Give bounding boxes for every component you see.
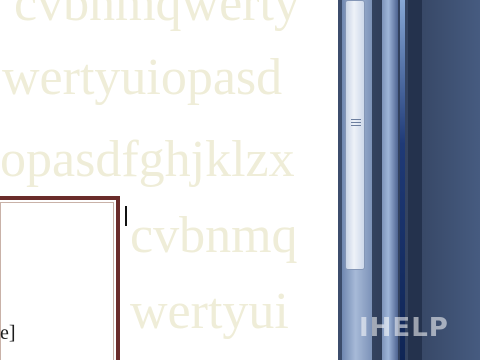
- watermark-line-5: wertyui: [130, 283, 289, 340]
- window-edge-highlight: [400, 0, 405, 360]
- text-box-frame[interactable]: [0, 196, 120, 360]
- watermark-line-3: opasdfghjklzx: [0, 131, 295, 188]
- document-canvas[interactable]: cvbnmqwerty wertyuiopasd opasdfghjklzx c…: [0, 0, 338, 360]
- grip-lines-icon: [351, 119, 361, 129]
- side-panel: [338, 0, 480, 360]
- text-box-inner-border: [0, 202, 114, 360]
- watermark-line-1: cvbnmqwerty: [14, 0, 300, 32]
- text-box-content[interactable]: e]: [0, 322, 16, 345]
- vertical-scrollbar[interactable]: [342, 0, 372, 360]
- window-edge-shadow: [408, 0, 422, 360]
- watermark-line-2: wertyuiopasd: [2, 49, 283, 106]
- window-edge-rail: [382, 0, 398, 360]
- text-cursor: [125, 206, 127, 226]
- scrollbar-thumb[interactable]: [345, 0, 365, 270]
- watermark-line-4: cvbnmq: [130, 207, 298, 264]
- watermark-logo: IHELP: [359, 313, 449, 343]
